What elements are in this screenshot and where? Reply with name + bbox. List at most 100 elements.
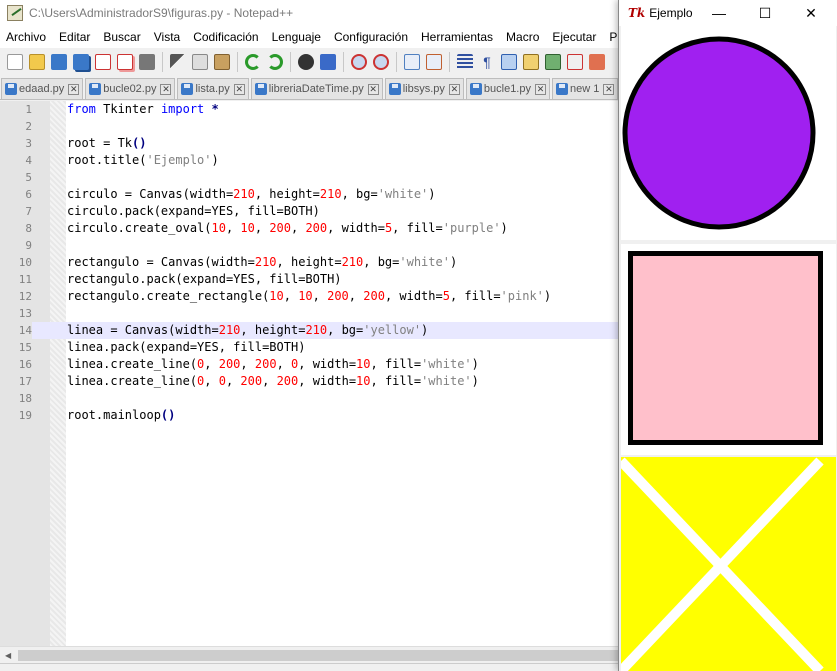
cut-icon[interactable] bbox=[170, 54, 186, 70]
find-icon[interactable] bbox=[298, 54, 314, 70]
file-saved-icon bbox=[89, 83, 102, 95]
line-number: 10 bbox=[0, 254, 32, 271]
tk-canvas-area bbox=[621, 26, 836, 671]
tab-bucle02[interactable]: bucle02.py ✕ bbox=[85, 78, 176, 99]
toolbar-divider bbox=[343, 52, 344, 72]
close-icon[interactable]: ✕ bbox=[233, 83, 245, 95]
tab-lista[interactable]: lista.py ✕ bbox=[177, 78, 249, 99]
code-text: rectangulo = Canvas(width=210, height=21… bbox=[67, 255, 458, 269]
file-saved-icon bbox=[254, 83, 267, 95]
close-icon[interactable]: ✕ bbox=[367, 83, 379, 95]
purple-circle bbox=[622, 36, 816, 230]
menu-ejecutar[interactable]: Ejecutar bbox=[546, 30, 603, 44]
new-file-icon[interactable] bbox=[7, 54, 23, 70]
sync-horizontal-icon[interactable] bbox=[426, 54, 442, 70]
paste-icon[interactable] bbox=[214, 54, 230, 70]
close-icon[interactable]: ✕ bbox=[68, 83, 80, 95]
close-icon[interactable]: ✕ bbox=[534, 83, 546, 95]
show-all-chars-icon[interactable]: ¶ bbox=[479, 54, 495, 70]
line-number: 9 bbox=[0, 237, 32, 254]
tab-label: libreriaDateTime.py bbox=[268, 83, 364, 95]
tk-window-title: Ejemplo bbox=[649, 6, 693, 20]
file-saved-icon bbox=[5, 83, 17, 95]
tab-new-1[interactable]: new 1 ✕ bbox=[551, 78, 619, 99]
scroll-left-icon[interactable]: ◀ bbox=[5, 651, 11, 660]
code-text: from Tkinter import * bbox=[67, 102, 219, 116]
minimize-button[interactable]: — bbox=[704, 0, 734, 26]
menu-configuracion[interactable]: Configuración bbox=[328, 30, 415, 44]
maximize-button[interactable]: ☐ bbox=[750, 0, 780, 26]
close-icon[interactable]: ✕ bbox=[160, 83, 172, 95]
close-icon[interactable]: ✕ bbox=[603, 83, 615, 95]
code-text: circulo = Canvas(width=210, height=210, … bbox=[67, 187, 436, 201]
indent-guide-icon[interactable] bbox=[501, 54, 517, 70]
code-text: rectangulo.pack(expand=YES, fill=BOTH) bbox=[67, 272, 342, 286]
line-number: 15 bbox=[0, 339, 32, 356]
print-icon[interactable] bbox=[139, 54, 155, 70]
line-number: 3 bbox=[0, 135, 32, 152]
line-number: 14 bbox=[0, 322, 32, 339]
code-text: linea.pack(expand=YES, fill=BOTH) bbox=[67, 340, 306, 354]
zoom-out-icon[interactable] bbox=[373, 54, 389, 70]
window-title: C:\Users\AdministradorS9\figuras.py - No… bbox=[29, 6, 294, 20]
tk-title-bar: Tk Ejemplo — ☐ ✕ bbox=[619, 0, 837, 26]
document-map-icon[interactable] bbox=[523, 54, 539, 70]
tk-feather-icon: Tk bbox=[628, 6, 646, 20]
code-text: root.title('Ejemplo') bbox=[67, 153, 219, 167]
open-file-icon[interactable] bbox=[29, 54, 45, 70]
replace-icon[interactable] bbox=[320, 54, 336, 70]
undo-icon[interactable] bbox=[245, 54, 261, 70]
code-text: root = Tk() bbox=[67, 136, 147, 150]
word-wrap-icon[interactable] bbox=[457, 54, 473, 70]
code-text: root.mainloop() bbox=[67, 408, 176, 422]
line-number: 6 bbox=[0, 186, 32, 203]
close-all-icon[interactable] bbox=[117, 54, 133, 70]
line-number: 5 bbox=[0, 169, 32, 186]
menu-editar[interactable]: Editar bbox=[53, 30, 97, 44]
function-list-icon[interactable] bbox=[545, 54, 561, 70]
scrollbar-thumb[interactable] bbox=[18, 650, 618, 661]
file-saved-icon bbox=[388, 83, 401, 95]
file-saved-icon bbox=[181, 83, 194, 95]
macro-record-icon[interactable] bbox=[567, 54, 583, 70]
sync-vertical-icon[interactable] bbox=[404, 54, 420, 70]
toolbar-divider bbox=[237, 52, 238, 72]
close-file-icon[interactable] bbox=[95, 54, 111, 70]
zoom-in-icon[interactable] bbox=[351, 54, 367, 70]
copy-icon[interactable] bbox=[192, 54, 208, 70]
canvas-separator bbox=[621, 240, 836, 244]
menu-macro[interactable]: Macro bbox=[500, 30, 546, 44]
tab-label: bucle02.py bbox=[103, 83, 157, 95]
menu-vista[interactable]: Vista bbox=[148, 30, 187, 44]
menu-codificacion[interactable]: Codificación bbox=[187, 30, 265, 44]
tab-edaad[interactable]: edaad.py ✕ bbox=[1, 78, 84, 99]
line-number: 8 bbox=[0, 220, 32, 237]
tab-libsys[interactable]: libsys.py ✕ bbox=[384, 78, 464, 99]
menu-archivo[interactable]: Archivo bbox=[0, 30, 53, 44]
line-number: 12 bbox=[0, 288, 32, 305]
line-number: 4 bbox=[0, 152, 32, 169]
redo-icon[interactable] bbox=[267, 54, 283, 70]
line-number: 19 bbox=[0, 407, 32, 424]
file-saved-icon bbox=[469, 83, 482, 95]
menu-herramientas[interactable]: Herramientas bbox=[415, 30, 500, 44]
tk-ejemplo-window: Tk Ejemplo — ☐ ✕ bbox=[618, 0, 837, 671]
menu-lenguaje[interactable]: Lenguaje bbox=[266, 30, 328, 44]
tab-label: edaad.py bbox=[19, 83, 65, 95]
close-button[interactable]: ✕ bbox=[796, 0, 826, 26]
line-number: 16 bbox=[0, 356, 32, 373]
menu-buscar[interactable]: Buscar bbox=[97, 30, 147, 44]
tab-libreria-datetime[interactable]: libreriaDateTime.py ✕ bbox=[250, 78, 383, 99]
pink-rectangle bbox=[628, 251, 823, 445]
tab-bucle1[interactable]: bucle1.py ✕ bbox=[465, 78, 550, 99]
toolbar-divider bbox=[449, 52, 450, 72]
line-number: 2 bbox=[0, 118, 32, 135]
save-icon[interactable] bbox=[51, 54, 67, 70]
code-text: linea.create_line(0, 0, 200, 200, width=… bbox=[67, 374, 479, 388]
tab-label: new 1 bbox=[569, 83, 600, 95]
close-icon[interactable]: ✕ bbox=[448, 83, 460, 95]
tab-label: bucle1.py bbox=[483, 83, 531, 95]
save-all-icon[interactable] bbox=[73, 54, 89, 70]
macro-play-icon[interactable] bbox=[589, 54, 605, 70]
line-number: 18 bbox=[0, 390, 32, 407]
